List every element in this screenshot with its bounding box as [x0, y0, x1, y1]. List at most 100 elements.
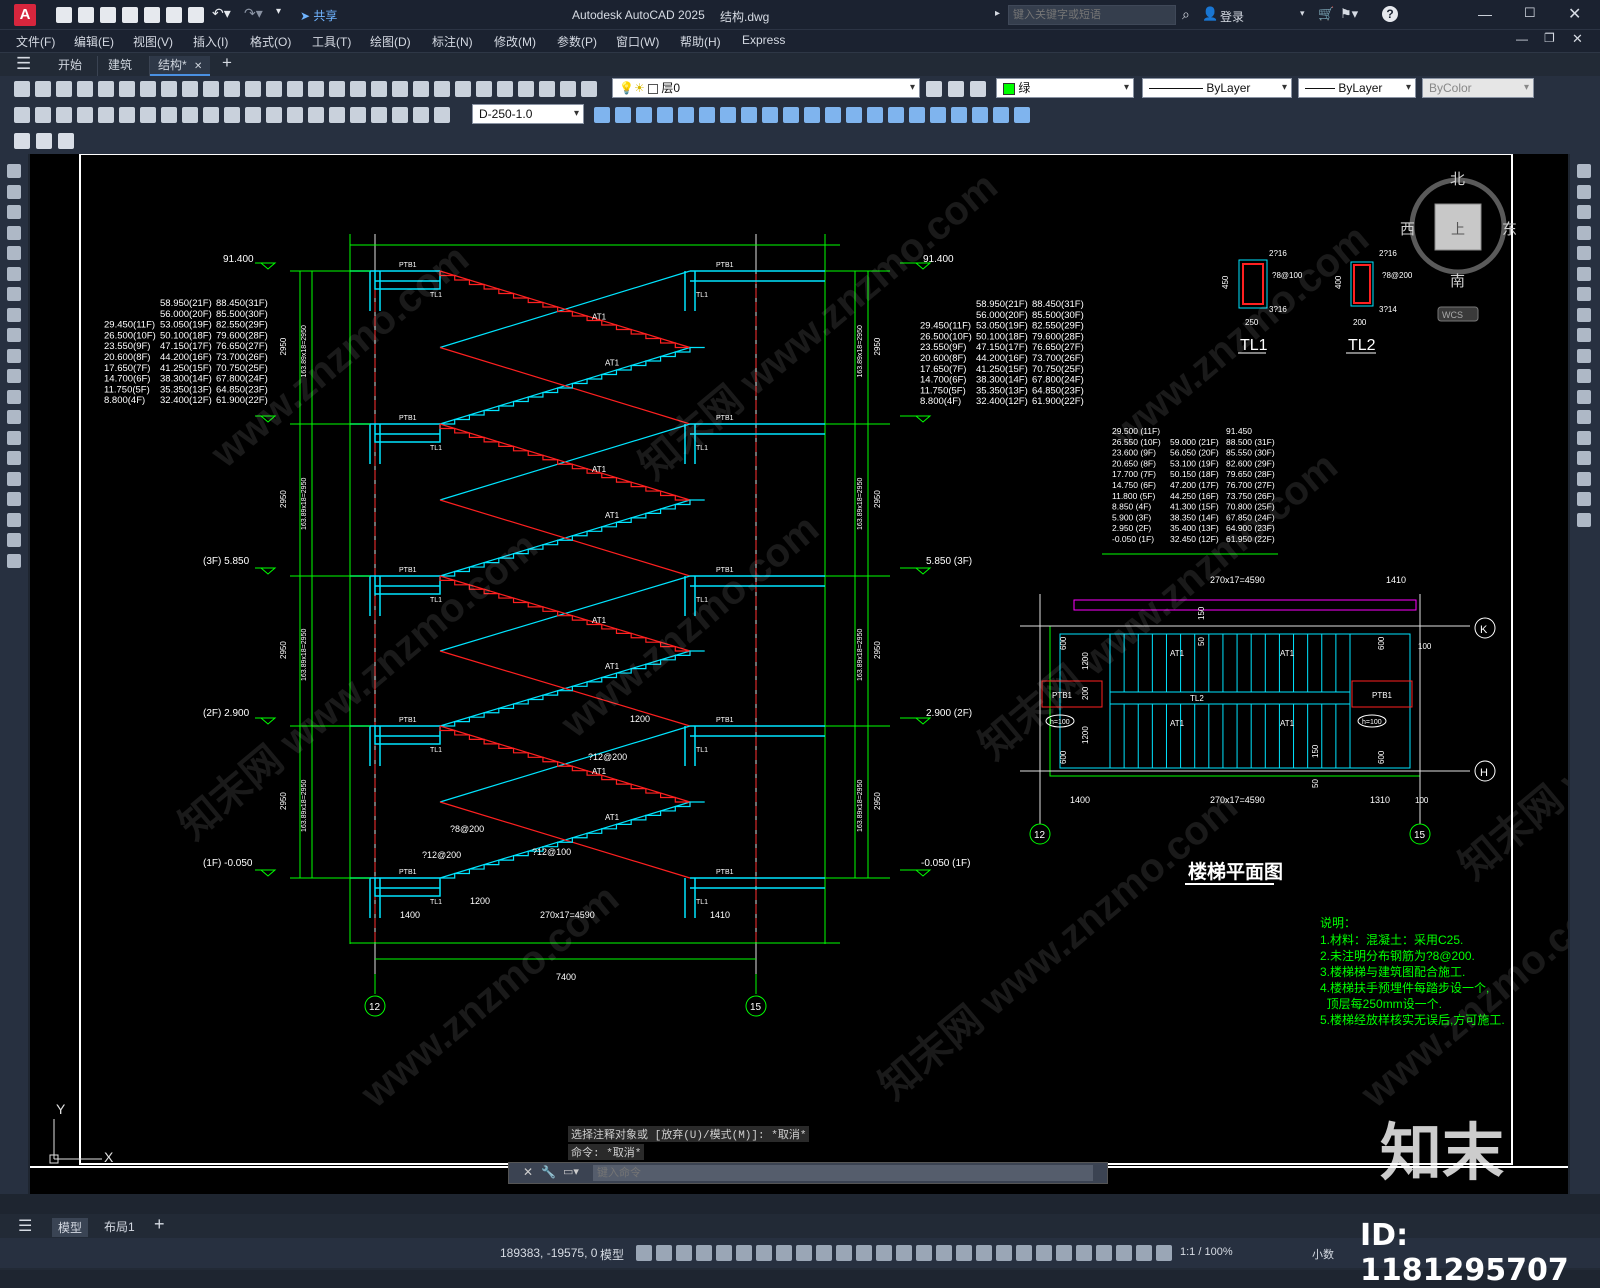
open-web-icon[interactable]: [144, 7, 160, 23]
menu-tools[interactable]: 工具(T): [312, 33, 351, 50]
standard-tool-26-icon[interactable]: [539, 81, 555, 97]
close-tab-icon[interactable]: ✕: [194, 61, 202, 72]
modify-tool-19-icon[interactable]: [972, 107, 988, 123]
linetype-dropdown[interactable]: ByLayer ▾: [1142, 78, 1292, 98]
attribute-icon[interactable]: [58, 133, 74, 149]
standard-tool-12-icon[interactable]: [245, 81, 261, 97]
tab-model[interactable]: 模型: [52, 1218, 89, 1237]
dimension-tool-1-icon[interactable]: [14, 107, 30, 123]
menu-draw[interactable]: 绘图(D): [370, 33, 411, 50]
standard-tool-23-icon[interactable]: [476, 81, 492, 97]
share-button[interactable]: ➤ 共享: [300, 7, 337, 24]
login-dropdown-icon[interactable]: ▾: [1300, 8, 1305, 19]
standard-tool-15-icon[interactable]: [308, 81, 324, 97]
standard-tool-19-icon[interactable]: [392, 81, 408, 97]
draw-tool-9-icon[interactable]: [7, 328, 21, 342]
status-toggle-18-icon[interactable]: [976, 1245, 992, 1261]
standard-tool-4-icon[interactable]: [77, 81, 93, 97]
status-toggle-10-icon[interactable]: [816, 1245, 832, 1261]
modify-tool-14-icon[interactable]: [867, 107, 883, 123]
draw-tool-5-icon[interactable]: [7, 246, 21, 260]
status-toggle-27-icon[interactable]: [1156, 1245, 1172, 1261]
status-toggle-19-icon[interactable]: [996, 1245, 1012, 1261]
standard-tool-10-icon[interactable]: [203, 81, 219, 97]
modify-tool-20-icon[interactable]: [993, 107, 1009, 123]
new-tab-icon[interactable]: +: [222, 53, 232, 73]
doc-restore-button[interactable]: ❐: [1544, 31, 1555, 45]
help-icon[interactable]: ?: [1382, 6, 1398, 22]
standard-tool-5-icon[interactable]: [98, 81, 114, 97]
viewcube[interactable]: 上 北 南 西 东 WCS: [1400, 171, 1517, 322]
modify-tool-11-icon[interactable]: [804, 107, 820, 123]
coordinates-readout[interactable]: 189383, -19575, 0: [500, 1246, 597, 1260]
autodesk-account-icon[interactable]: ⚑▾: [1340, 6, 1358, 22]
status-toggle-13-icon[interactable]: [876, 1245, 892, 1261]
cart-icon[interactable]: 🛒: [1318, 6, 1334, 22]
standard-tool-3-icon[interactable]: [56, 81, 72, 97]
draw-tool-7-icon[interactable]: [7, 287, 21, 301]
standard-tool-16-icon[interactable]: [329, 81, 345, 97]
dimension-tool-8-icon[interactable]: [161, 107, 177, 123]
modify-vtool-8-icon[interactable]: [1577, 307, 1591, 322]
insert-block-icon[interactable]: [36, 133, 52, 149]
standard-tool-2-icon[interactable]: [35, 81, 51, 97]
standard-tool-8-icon[interactable]: [161, 81, 177, 97]
dimension-tool-5-icon[interactable]: [98, 107, 114, 123]
lineweight-dropdown[interactable]: ByLayer ▾: [1298, 78, 1416, 98]
layer-tools-icon[interactable]: [926, 81, 942, 97]
modify-vtool-1-icon[interactable]: [1577, 164, 1591, 178]
add-layout-icon[interactable]: +: [154, 1214, 165, 1235]
drawing-canvas[interactable]: PTB1 PTB1 TL1 TL1 PTB1 PTB1 TL1 TL1 PTB1 PTB1 TL1 T…: [30, 154, 1568, 1194]
dimension-tool-21-icon[interactable]: [434, 107, 450, 123]
close-command-icon[interactable]: ✕: [523, 1165, 533, 1179]
new-file-icon[interactable]: [56, 7, 72, 23]
menu-format[interactable]: 格式(O): [250, 33, 291, 50]
app-logo[interactable]: A: [14, 4, 36, 26]
draw-tool-10-icon[interactable]: [7, 348, 21, 363]
modify-tool-13-icon[interactable]: [846, 107, 862, 123]
standard-tool-9-icon[interactable]: [182, 81, 198, 97]
menu-express[interactable]: Express: [742, 33, 785, 47]
modify-vtool-3-icon[interactable]: [1577, 205, 1591, 219]
modify-tool-8-icon[interactable]: [741, 107, 757, 123]
customize-qat-icon[interactable]: ▾: [276, 6, 281, 17]
modify-vtool-7-icon[interactable]: [1577, 287, 1591, 301]
tab-structure[interactable]: 结构* ✕: [150, 56, 210, 76]
close-window-button[interactable]: ✕: [1568, 4, 1581, 24]
command-input[interactable]: [593, 1165, 1093, 1181]
doc-minimize-button[interactable]: —: [1516, 32, 1528, 46]
menu-file[interactable]: 文件(F): [16, 33, 55, 50]
status-toggle-24-icon[interactable]: [1096, 1245, 1112, 1261]
search-icon[interactable]: ⌕: [1182, 6, 1190, 23]
units-selector[interactable]: 小数: [1312, 1246, 1334, 1262]
modify-vtool-15-icon[interactable]: [1577, 451, 1591, 465]
model-space-button[interactable]: 模型: [600, 1246, 624, 1263]
standard-tool-1-icon[interactable]: [14, 81, 30, 97]
block-editor-icon[interactable]: [14, 133, 30, 149]
modify-vtool-13-icon[interactable]: [1577, 410, 1591, 424]
modify-vtool-14-icon[interactable]: [1577, 430, 1591, 445]
status-toggle-26-icon[interactable]: [1136, 1245, 1152, 1261]
status-toggle-20-icon[interactable]: [1016, 1245, 1032, 1261]
save-as-icon[interactable]: [122, 7, 138, 23]
dimension-tool-13-icon[interactable]: [266, 107, 282, 123]
status-toggle-4-icon[interactable]: [696, 1245, 712, 1261]
status-toggle-8-icon[interactable]: [776, 1245, 792, 1261]
modify-tool-4-icon[interactable]: [657, 107, 673, 123]
standard-tool-7-icon[interactable]: [140, 81, 156, 97]
menu-insert[interactable]: 插入(I): [193, 33, 228, 50]
draw-tool-4-icon[interactable]: [7, 225, 21, 240]
plotstyle-dropdown[interactable]: ByColor ▾: [1422, 78, 1534, 98]
help-search-input[interactable]: [1008, 5, 1176, 25]
status-toggle-16-icon[interactable]: [936, 1245, 952, 1261]
layer-states-icon[interactable]: [970, 81, 986, 97]
open-file-icon[interactable]: [78, 7, 94, 23]
dimension-tool-12-icon[interactable]: [245, 107, 261, 123]
menu-help[interactable]: 帮助(H): [680, 33, 721, 50]
status-toggle-15-icon[interactable]: [916, 1245, 932, 1261]
draw-tool-20-icon[interactable]: [7, 553, 21, 568]
status-toggle-3-icon[interactable]: [676, 1245, 692, 1261]
draw-tool-16-icon[interactable]: [7, 471, 21, 486]
dimension-tool-17-icon[interactable]: [350, 107, 366, 123]
modify-vtool-10-icon[interactable]: [1577, 348, 1591, 363]
